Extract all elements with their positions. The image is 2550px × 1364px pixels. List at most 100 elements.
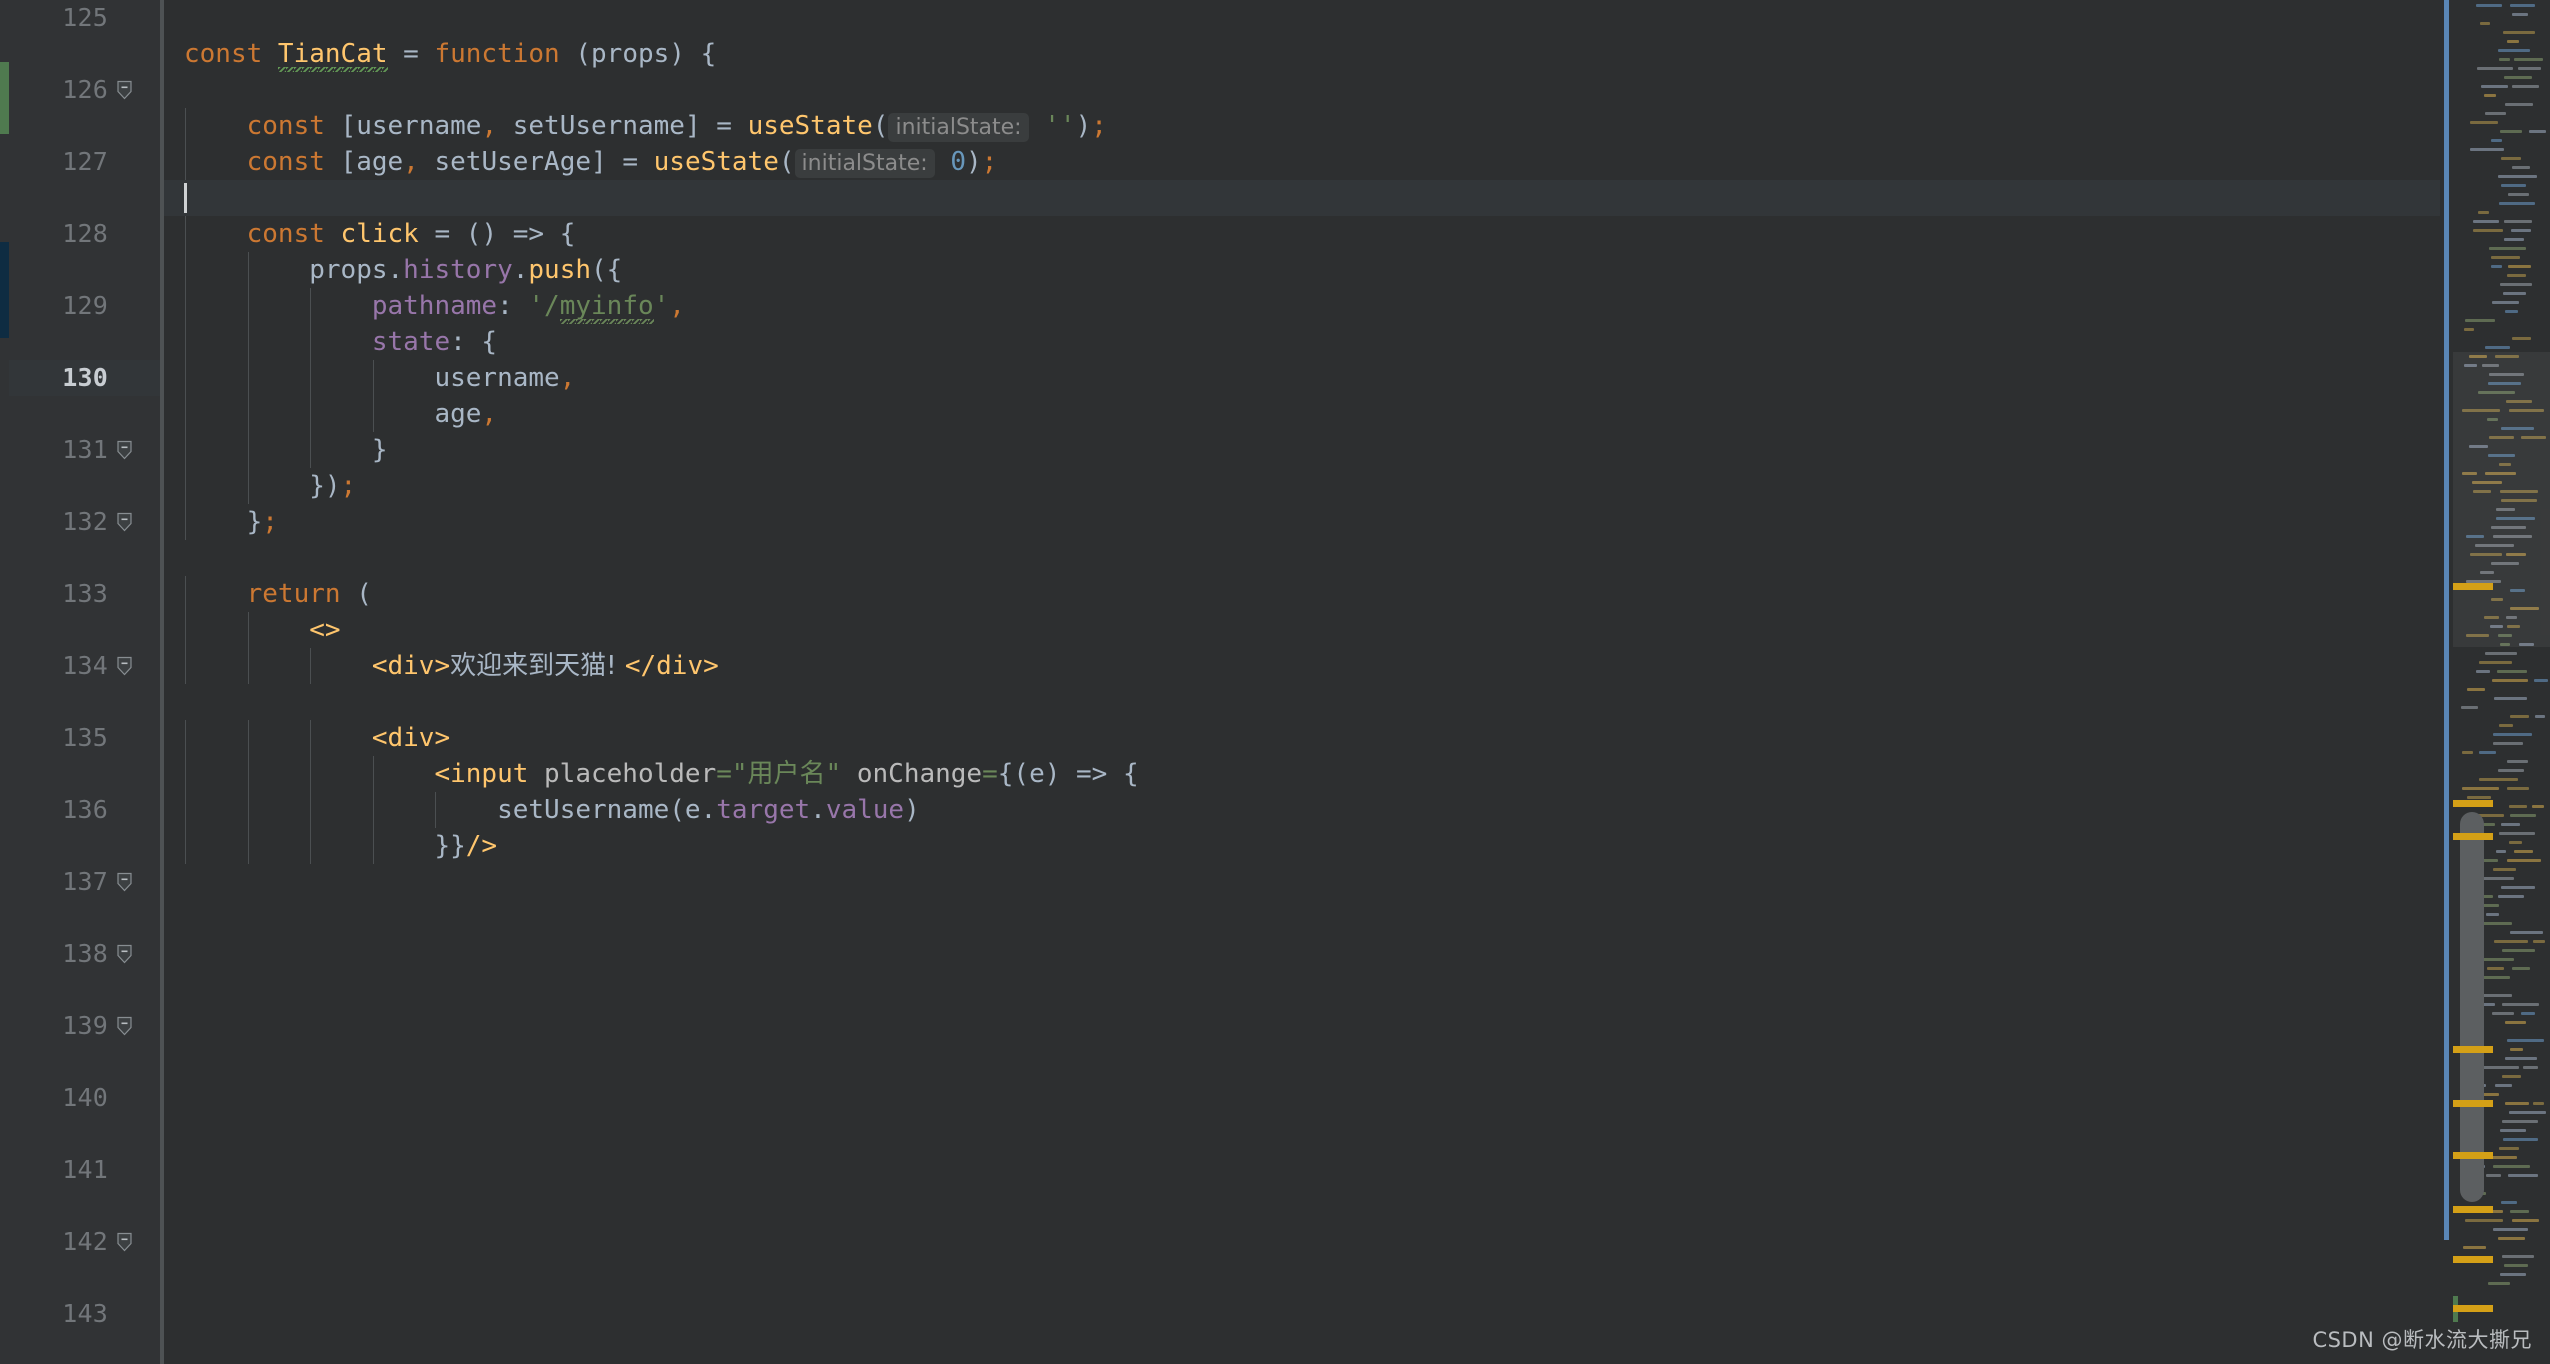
code-token: state: [371, 327, 451, 357]
code-line-132[interactable]: props.history.push({: [160, 252, 2440, 288]
code-line-126[interactable]: const TianCat = function (props) {: [160, 36, 2440, 72]
fold-minus-icon[interactable]: [117, 944, 132, 964]
fold-minus-icon[interactable]: [117, 872, 132, 892]
minimap-code-row: [2502, 1075, 2521, 1078]
vcs-change-segment[interactable]: [0, 62, 9, 134]
fold-minus-icon[interactable]: [117, 656, 132, 676]
indent-guide: [372, 360, 374, 396]
fold-minus-icon[interactable]: [117, 512, 132, 532]
minimap-code-row: [2509, 1111, 2546, 1114]
warning-marker[interactable]: [2453, 1305, 2493, 1312]
code-line-130[interactable]: [160, 180, 2440, 216]
gutter-line-137[interactable]: 137: [0, 864, 160, 900]
minimap-code-row: [2485, 652, 2517, 655]
warning-marker[interactable]: [2453, 833, 2493, 840]
minimap-code-row: [2514, 58, 2543, 61]
gutter-line-142[interactable]: 142: [0, 1224, 160, 1260]
warning-marker[interactable]: [2453, 583, 2493, 590]
minimap-and-error-stripe[interactable]: [2440, 0, 2550, 1364]
minimap-viewport[interactable]: [2453, 352, 2550, 647]
code-line-145[interactable]: <div>: [160, 720, 2440, 756]
gutter-line-125[interactable]: 125: [0, 0, 160, 36]
gutter-line-127[interactable]: 127: [0, 144, 160, 180]
minimap-code-row: [2485, 346, 2510, 349]
code-token: 用户名: [747, 759, 826, 789]
warning-marker[interactable]: [2453, 1100, 2493, 1107]
gutter-line-139[interactable]: 139: [0, 1008, 160, 1044]
warning-marker[interactable]: [2453, 800, 2493, 807]
code-line-128[interactable]: const [username, setUsername] = useState…: [160, 108, 2440, 144]
fold-minus-icon[interactable]: [117, 80, 132, 100]
line-number: 135: [62, 723, 108, 752]
minimap-code-row: [2485, 112, 2506, 115]
code-line-134[interactable]: state: {: [160, 324, 2440, 360]
vcs-change-segment[interactable]: [0, 242, 9, 338]
warning-marker[interactable]: [2453, 1046, 2493, 1053]
line-number: 128: [62, 219, 108, 248]
editor-gutter[interactable]: 125 126 127 128 129 130 131 132 133 134 135 136 137 1…: [0, 0, 160, 1364]
fold-minus-icon[interactable]: [117, 1232, 132, 1252]
gutter-line-138[interactable]: 138: [0, 936, 160, 972]
gutter-line-133[interactable]: 133: [0, 576, 160, 612]
code-line-125[interactable]: [160, 0, 2440, 36]
warning-marker[interactable]: [2453, 1256, 2493, 1263]
gutter-line-141[interactable]: 141: [0, 1152, 160, 1188]
fold-minus-icon[interactable]: [117, 1016, 132, 1036]
code-line-146[interactable]: <input placeholder="用户名" onChange={(e) =…: [160, 756, 2440, 792]
gutter-line-128[interactable]: 128: [0, 216, 160, 252]
code-line-141[interactable]: return (: [160, 576, 2440, 612]
code-line-139[interactable]: };: [160, 504, 2440, 540]
vertical-scrollbar-thumb[interactable]: [2460, 812, 2484, 1202]
gutter-line-136[interactable]: 136: [0, 792, 160, 828]
gutter-line-140[interactable]: 140: [0, 1080, 160, 1116]
code-line-135[interactable]: username,: [160, 360, 2440, 396]
minimap-code-row: [2487, 967, 2504, 970]
indent-guide: [372, 792, 374, 828]
code-line-129[interactable]: const [age, setUserAge] = useState(initi…: [160, 144, 2440, 180]
code-line-140[interactable]: [160, 540, 2440, 576]
gutter-line-126[interactable]: 126: [0, 72, 160, 108]
gutter-line-130[interactable]: 130: [0, 360, 160, 396]
code-line-131[interactable]: const click = () => {: [160, 216, 2440, 252]
code-token: setUsername: [497, 111, 685, 141]
gutter-line-135[interactable]: 135: [0, 720, 160, 756]
code-token: <>: [309, 615, 341, 645]
code-line-136[interactable]: age,: [160, 396, 2440, 432]
parameter-hint: initialState:: [888, 113, 1029, 142]
line-number: 136: [62, 795, 108, 824]
code-token: ): [1075, 111, 1092, 141]
code-line-133[interactable]: pathname: '/myinfo',: [160, 288, 2440, 324]
warning-marker[interactable]: [2453, 1206, 2493, 1213]
code-line-143[interactable]: <div>欢迎来到天猫! </div>: [160, 648, 2440, 684]
gutter-line-129[interactable]: 129: [0, 288, 160, 324]
code-token: history: [403, 255, 513, 285]
minimap-code-row: [2499, 724, 2513, 727]
code-line-138[interactable]: });: [160, 468, 2440, 504]
indent-guide: [310, 396, 312, 432]
indent-guide: [247, 252, 249, 288]
gutter-separator: [160, 0, 164, 1364]
minimap-code-row: [2514, 850, 2533, 853]
code-area[interactable]: const TianCat = function (props) { const…: [160, 0, 2440, 1364]
gutter-line-134[interactable]: 134: [0, 648, 160, 684]
gutter-line-132[interactable]: 132: [0, 504, 160, 540]
code-token: ] =: [684, 111, 748, 141]
code-line-144[interactable]: [160, 684, 2440, 720]
gutter-line-143[interactable]: 143: [0, 1296, 160, 1332]
gutter-line-131[interactable]: 131: [0, 432, 160, 468]
code-line-147[interactable]: setUsername(e.target.value): [160, 792, 2440, 828]
code-line-137[interactable]: }: [160, 432, 2440, 468]
code-line-142[interactable]: <>: [160, 612, 2440, 648]
minimap-code-row: [2501, 1201, 2517, 1204]
warning-marker[interactable]: [2453, 1152, 2493, 1159]
code-token: age: [434, 399, 482, 429]
fold-minus-icon[interactable]: [117, 440, 132, 460]
code-line-148[interactable]: }}/>: [160, 828, 2440, 864]
minimap-code-row: [2492, 1156, 2517, 1159]
code-token: }): [309, 471, 341, 501]
vcs-change-stripe[interactable]: [0, 0, 9, 1364]
code-line-127[interactable]: [160, 72, 2440, 108]
